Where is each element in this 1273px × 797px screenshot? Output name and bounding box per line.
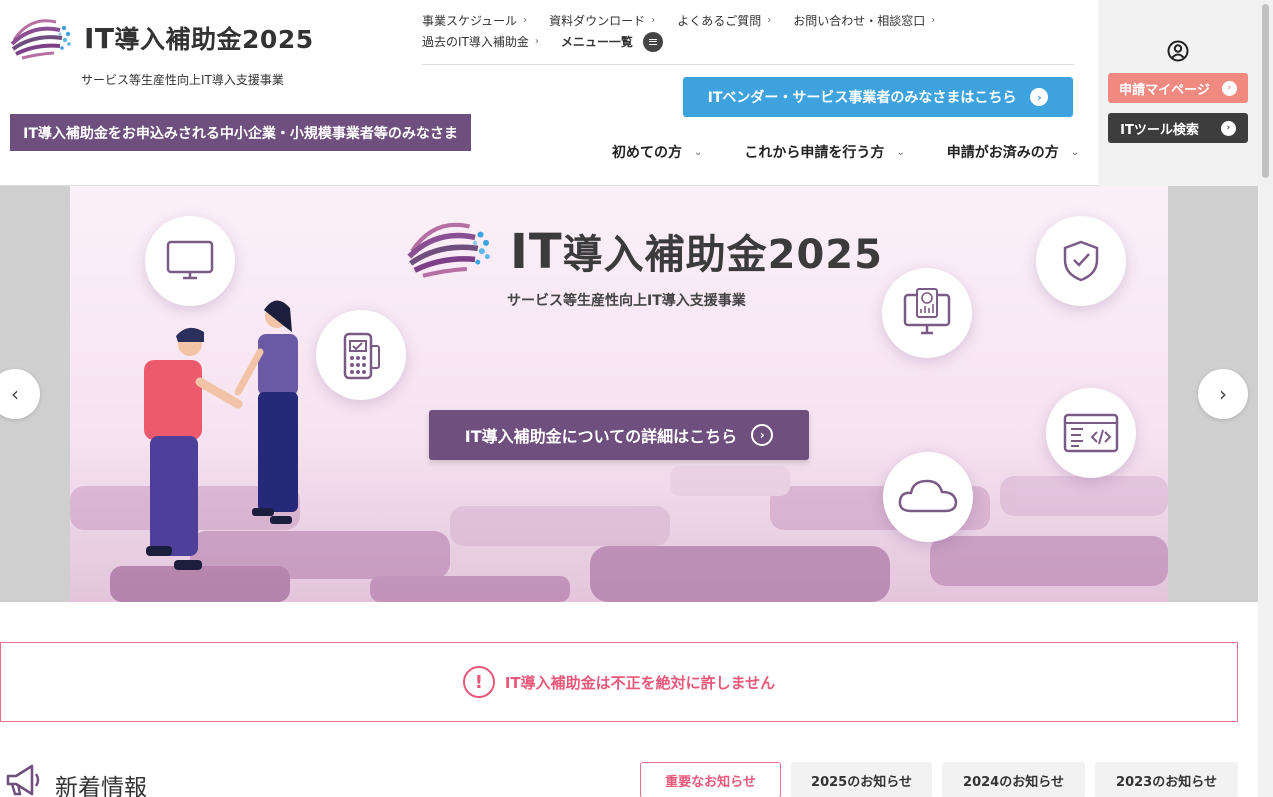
tab-2024[interactable]: 2024のお知らせ xyxy=(942,762,1085,797)
hero-title-rest: 導入補助金2025 xyxy=(562,232,883,278)
hero-title-it: IT xyxy=(510,224,563,280)
user-icon[interactable] xyxy=(1167,40,1189,62)
payment-terminal-icon xyxy=(316,310,406,400)
nav-link-label: よくあるご質問 xyxy=(677,14,762,28)
chevron-down-icon: ⌄ xyxy=(694,146,703,158)
hero-cta-label: IT導入補助金についての詳細はこちら xyxy=(464,427,738,446)
arrow-right-icon: › xyxy=(1221,80,1237,96)
main-nav-label: 初めての方 xyxy=(612,145,682,161)
chevron-right-icon: › xyxy=(651,15,656,26)
nav-link-past[interactable]: 過去のIT導入補助金 › xyxy=(422,33,539,50)
monitor-icon xyxy=(145,216,235,306)
nav-link-downloads[interactable]: 資料ダウンロード › xyxy=(549,12,655,29)
invoice-monitor-icon xyxy=(882,268,972,358)
news-title: 新着情報 xyxy=(55,775,147,797)
mypage-label: 申請マイページ xyxy=(1119,82,1210,98)
mypage-button[interactable]: 申請マイページ › xyxy=(1108,73,1248,103)
scrollbar[interactable] xyxy=(1258,0,1273,797)
arrow-right-icon: › xyxy=(1220,120,1236,136)
news-tabs: 重要なお知らせ 2025のお知らせ 2024のお知らせ 2023のお知らせ xyxy=(640,762,1238,797)
logo-it: IT xyxy=(84,22,115,55)
logo-subtitle: サービス等生産性向上IT導入支援事業 xyxy=(81,73,284,87)
tab-2025[interactable]: 2025のお知らせ xyxy=(791,762,932,797)
divider xyxy=(422,64,1074,65)
chevron-right-icon: › xyxy=(534,36,539,47)
exclamation-icon: ! xyxy=(462,666,495,698)
nav-link-label: 過去のIT導入補助金 xyxy=(422,35,529,49)
chevron-down-icon: ⌄ xyxy=(1070,146,1080,158)
sme-banner-button[interactable]: IT導入補助金をお申込みされる中小企業・小規模事業者等のみなさま xyxy=(10,114,471,151)
hero-subtitle: サービス等生産性向上IT導入支援事業 xyxy=(507,293,746,309)
main-nav-label: これから申請を行う方 xyxy=(744,145,885,161)
chevron-right-icon: › xyxy=(767,15,772,26)
menu-button[interactable]: メニュー一覧 xyxy=(560,31,663,52)
hero-slide[interactable]: IT導入補助金2025 サービス等生産性向上IT導入支援事業 IT導入補助金につ… xyxy=(70,186,1168,602)
menu-icon xyxy=(642,31,663,52)
chevron-right-icon: › xyxy=(931,15,936,26)
fraud-alert-banner[interactable]: ! IT導入補助金は不正を絶対に許しません xyxy=(0,642,1238,722)
chevron-down-icon: ⌄ xyxy=(896,146,905,158)
chevron-left-icon: ‹ xyxy=(11,382,19,406)
arrow-right-icon: › xyxy=(1030,88,1049,106)
vendor-button-label: ITベンダー・サービス事業者のみなさまはこちら xyxy=(707,90,1017,106)
shield-check-icon xyxy=(1036,216,1126,306)
main-nav-applied[interactable]: 申請がお済みの方 ⌄ xyxy=(947,142,1079,162)
chevron-right-icon: › xyxy=(1219,382,1227,406)
vendor-button[interactable]: ITベンダー・サービス事業者のみなさまはこちら › xyxy=(683,77,1073,117)
logo-mark-icon[interactable] xyxy=(10,10,72,64)
tab-important[interactable]: 重要なお知らせ xyxy=(640,762,781,797)
logo-text[interactable]: IT導入補助金2025 xyxy=(84,20,314,56)
main-nav-first-time[interactable]: 初めての方 ⌄ xyxy=(612,142,702,162)
logo-title: 導入補助金2025 xyxy=(114,25,314,54)
main-nav: 初めての方 ⌄ これから申請を行う方 ⌄ 申請がお済みの方 ⌄ xyxy=(612,142,1079,162)
scrollbar-thumb[interactable] xyxy=(1262,4,1269,178)
nav-link-contact[interactable]: お問い合わせ・相談窓口 › xyxy=(793,12,935,29)
it-tool-search-button[interactable]: ITツール検索 › xyxy=(1108,113,1248,143)
page: IT導入補助金2025 サービス等生産性向上IT導入支援事業 IT導入補助金をお… xyxy=(0,0,1273,797)
alert-text: IT導入補助金は不正を絶対に許しません xyxy=(504,673,776,692)
tool-search-label: ITツール検索 xyxy=(1120,122,1199,138)
menu-label: メニュー一覧 xyxy=(560,35,633,49)
site-header: IT導入補助金2025 サービス等生産性向上IT導入支援事業 IT導入補助金をお… xyxy=(0,0,1258,186)
nav-link-faq[interactable]: よくあるご質問 › xyxy=(677,12,771,29)
utility-nav: 事業スケジュール › 資料ダウンロード › よくあるご質問 › お問い合わせ・相談窓口… xyxy=(422,10,1074,52)
nav-link-label: お問い合わせ・相談窓口 xyxy=(793,14,926,28)
arrow-right-icon: › xyxy=(751,424,774,446)
nav-link-label: 事業スケジュール xyxy=(422,14,518,28)
main-nav-label: 申請がお済みの方 xyxy=(946,145,1059,161)
hero-title: IT導入補助金2025 xyxy=(510,222,883,280)
code-window-icon xyxy=(1046,388,1136,478)
chevron-right-icon: › xyxy=(523,15,528,26)
carousel-next-button[interactable]: › xyxy=(1198,369,1248,419)
hero-cta-button[interactable]: IT導入補助金についての詳細はこちら › xyxy=(429,410,809,460)
cloud-icon xyxy=(883,452,973,542)
nav-link-label: 資料ダウンロード xyxy=(549,14,646,28)
tab-2023[interactable]: 2023のお知らせ xyxy=(1095,762,1238,797)
hero-logo-icon xyxy=(407,222,490,278)
nav-link-schedule[interactable]: 事業スケジュール › xyxy=(422,12,527,29)
main-nav-applying[interactable]: これから申請を行う方 ⌄ xyxy=(744,142,904,162)
megaphone-icon xyxy=(6,764,40,796)
